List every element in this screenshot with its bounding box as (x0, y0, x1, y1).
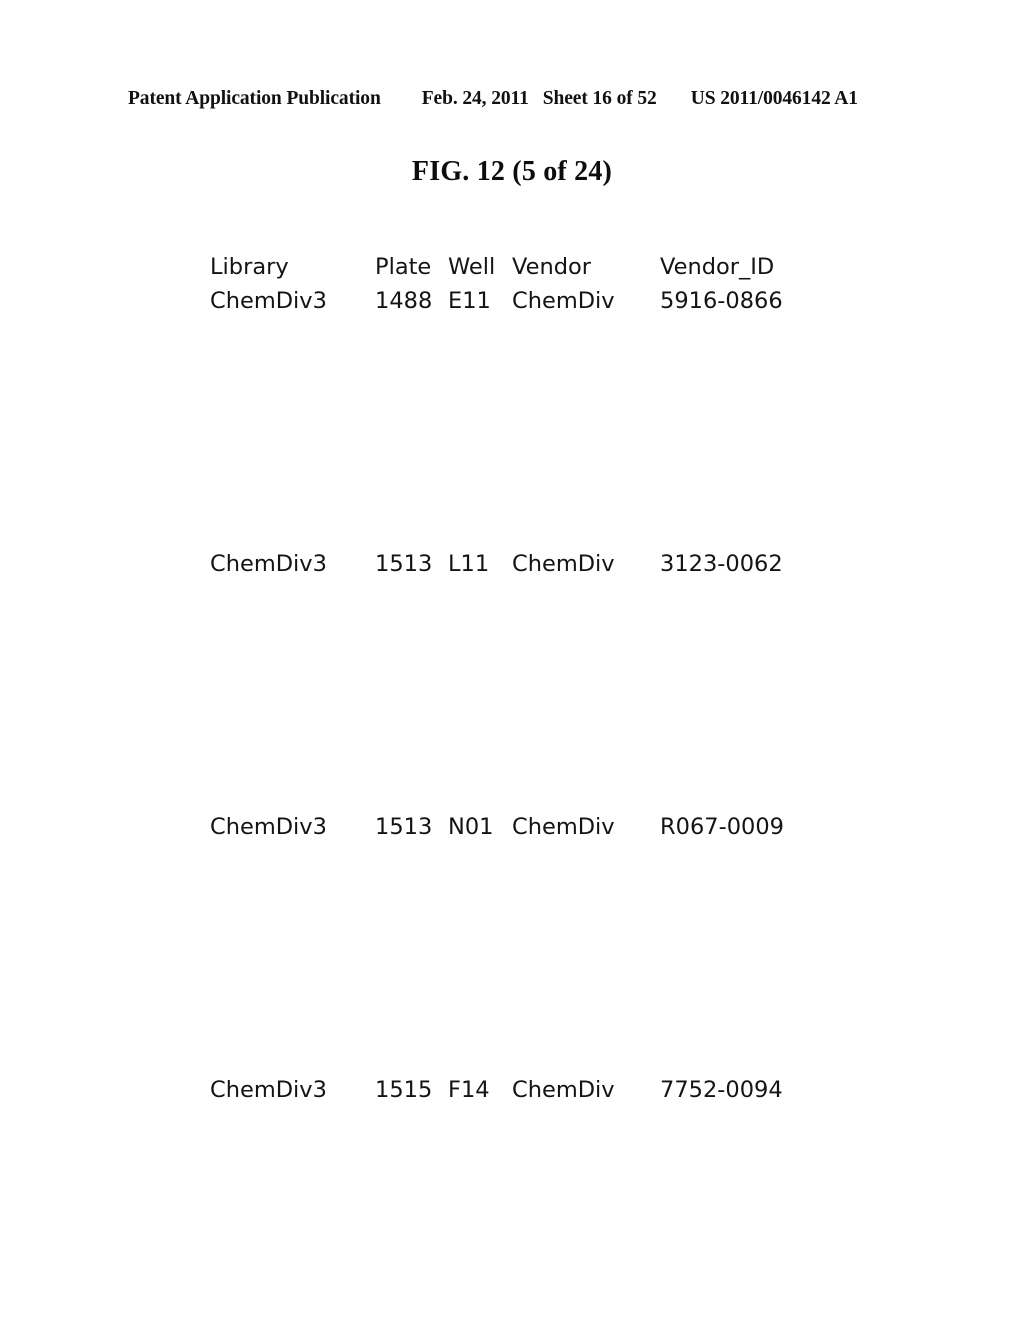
column-header-vendor: Vendor (512, 252, 660, 286)
table-header-row: Library Plate Well Vendor Vendor_ID (0, 252, 1024, 286)
publication-label: Patent Application Publication (128, 88, 381, 109)
cell-vendor-id-value: R067-0009 (660, 814, 784, 840)
row-left-margin (0, 812, 210, 1075)
patent-publication-number: US 2011/0046142 A1 (690, 88, 858, 109)
column-header-library-label: Library (210, 254, 289, 280)
cell-well: N01 (448, 812, 512, 1075)
cell-vendor: ChemDiv (512, 1075, 660, 1135)
cell-vendor-id: 5916-0866 (660, 286, 1024, 549)
cell-well: E11 (448, 286, 512, 549)
cell-vendor-id-value: 5916-0866 (660, 288, 783, 314)
publication-date: Feb. 24, 2011 (421, 88, 529, 109)
cell-well-value: F14 (448, 1077, 490, 1103)
cell-plate: 1488 (375, 286, 448, 549)
cell-library: ChemDiv3 (210, 286, 375, 549)
table-row: ChemDiv3 1513 L11 ChemDiv 3123-0062 (0, 549, 1024, 812)
cell-well-value: L11 (448, 551, 490, 577)
cell-well: F14 (448, 1075, 512, 1135)
cell-library-value: ChemDiv3 (210, 1077, 327, 1103)
column-header-vendor-id-label: Vendor_ID (660, 254, 775, 280)
cell-well-value: E11 (448, 288, 491, 314)
cell-plate: 1513 (375, 549, 448, 812)
cell-library-value: ChemDiv3 (210, 288, 327, 314)
cell-vendor-id: 7752-0094 (660, 1075, 1024, 1135)
cell-plate-value: 1488 (375, 288, 433, 314)
cell-well: L11 (448, 549, 512, 812)
cell-library-value: ChemDiv3 (210, 551, 327, 577)
cell-library: ChemDiv3 (210, 812, 375, 1075)
cell-vendor-value: ChemDiv (512, 288, 615, 314)
cell-plate: 1515 (375, 1075, 448, 1135)
cell-vendor-id: R067-0009 (660, 812, 1024, 1075)
cell-library: ChemDiv3 (210, 549, 375, 812)
table-row: ChemDiv3 1513 N01 ChemDiv R067-0009 (0, 812, 1024, 1075)
column-header-library: Library (210, 252, 375, 286)
cell-vendor-value: ChemDiv (512, 1077, 615, 1103)
sheet-number: Sheet 16 of 52 (542, 88, 657, 109)
cell-plate-value: 1513 (375, 551, 433, 577)
cell-vendor-id: 3123-0062 (660, 549, 1024, 812)
column-header-plate-label: Plate (375, 254, 432, 280)
cell-plate: 1513 (375, 812, 448, 1075)
publication-running-header: Patent Application Publication Feb. 24, … (128, 88, 896, 112)
cell-vendor: ChemDiv (512, 286, 660, 549)
column-header-well-label: Well (448, 254, 496, 280)
column-header-vendor-id: Vendor_ID (660, 252, 1024, 286)
cell-plate-value: 1513 (375, 814, 433, 840)
table-row: ChemDiv3 1488 E11 ChemDiv 5916-0866 (0, 286, 1024, 549)
row-left-margin (0, 286, 210, 549)
compound-library-table: Library Plate Well Vendor Vendor_ID Chem… (0, 252, 1024, 1135)
cell-library-value: ChemDiv3 (210, 814, 327, 840)
row-left-margin (0, 1075, 210, 1135)
column-header-vendor-label: Vendor (512, 254, 592, 280)
column-header-plate: Plate (375, 252, 448, 286)
column-header-well: Well (448, 252, 512, 286)
cell-plate-value: 1515 (375, 1077, 433, 1103)
cell-vendor-value: ChemDiv (512, 814, 615, 840)
cell-vendor-id-value: 3123-0062 (660, 551, 783, 577)
patent-figure-page: Patent Application Publication Feb. 24, … (0, 0, 1024, 1320)
table-row: ChemDiv3 1515 F14 ChemDiv 7752-0094 (0, 1075, 1024, 1135)
cell-vendor-id-value: 7752-0094 (660, 1077, 783, 1103)
cell-vendor: ChemDiv (512, 812, 660, 1075)
cell-library: ChemDiv3 (210, 1075, 375, 1135)
cell-vendor: ChemDiv (512, 549, 660, 812)
cell-well-value: N01 (448, 814, 494, 840)
figure-title: FIG. 12 (5 of 24) (411, 156, 613, 187)
table-left-margin (0, 252, 210, 286)
cell-vendor-value: ChemDiv (512, 551, 615, 577)
row-left-margin (0, 549, 210, 812)
